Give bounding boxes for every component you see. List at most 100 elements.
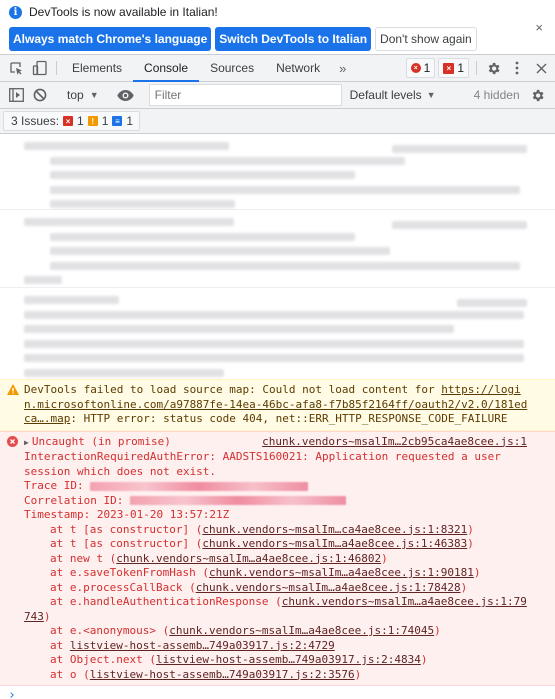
issue-warning-icon: ! [87, 116, 98, 126]
stack-frame-suffix: ) [420, 653, 428, 666]
stack-frame: at t [as constructor] (chunk.vendors~msa… [24, 537, 547, 552]
device-toolbar-icon[interactable] [28, 55, 52, 81]
stack-frame: at e.handleAuthenticationResponse (chunk… [24, 595, 547, 610]
console-settings-gear-icon[interactable] [526, 88, 550, 103]
stack-frame-source-link[interactable]: chunk.vendors~msalIm…a4ae8cee.js:1:90181 [209, 566, 474, 579]
stack-frame-source-link[interactable]: listview-host-assemb…749a03917.js:2:4729 [70, 639, 335, 652]
prompt-chevron-icon: › [8, 688, 16, 699]
correlation-id-label: Correlation ID: [24, 493, 130, 507]
context-selector[interactable]: top ▼ [61, 88, 105, 102]
redacted-text [24, 142, 229, 150]
close-infobar-icon[interactable]: × [535, 20, 543, 35]
redacted-text [24, 339, 524, 348]
filter-input[interactable] [148, 84, 342, 106]
redacted-source-link [392, 221, 527, 229]
stack-frame-function: at [50, 638, 70, 652]
close-devtools-icon[interactable] [529, 55, 553, 81]
issues-label: 3 Issues: [11, 114, 60, 128]
stack-frame-suffix: ) [354, 667, 362, 681]
issue-info-icon: ≡ [112, 116, 123, 126]
log-levels-dropdown[interactable]: Default levels ▼ [342, 88, 444, 102]
issue-error-count: 1 [77, 114, 84, 128]
stack-frame-function: at e.saveTokenFromHash ( [50, 566, 209, 579]
expand-triangle-icon[interactable]: ▶ [24, 438, 29, 447]
stack-frame-function: at new t ( [50, 551, 117, 565]
error-icon [7, 435, 18, 452]
stack-frame-source-link[interactable]: chunk.vendors~msalIm…a4ae8cee.js:1:74045 [169, 624, 434, 637]
console-prompt[interactable]: › [0, 686, 555, 699]
more-options-icon[interactable] [505, 55, 529, 81]
stack-frame-source-link[interactable]: listview-host-assemb…749a03917.js:2:4834 [156, 653, 421, 666]
source-map-link[interactable]: ca….map [24, 412, 70, 425]
more-tabs-icon[interactable]: » [331, 55, 354, 81]
issue-count: 1 [457, 61, 464, 75]
redacted-text [24, 354, 524, 362]
error-icon: × [410, 63, 421, 73]
hidden-messages-count: 4 hidden [473, 88, 520, 102]
stack-frame-source-link[interactable]: listview-host-assemb…749a03917.js:2:3576 [90, 668, 355, 681]
redacted-console-message [0, 210, 555, 288]
source-map-link[interactable]: https://logi [441, 383, 520, 396]
warning-text-prefix: DevTools failed to load source map: Coul… [24, 383, 442, 396]
stack-frame: at Object.next (listview-host-assemb…749… [24, 653, 547, 668]
issue-warning-count: 1 [101, 114, 109, 128]
tab-elements[interactable]: Elements [61, 55, 133, 81]
stack-frame-source-link[interactable]: 743 [24, 610, 44, 623]
dont-show-again-button[interactable]: Don't show again [375, 27, 477, 51]
trace-id-label: Trace ID: [24, 479, 91, 492]
console-toolbar: top ▼ Default levels ▼ 4 hidden [0, 82, 555, 109]
stack-frame-function: at t [as constructor] ( [50, 537, 203, 550]
live-expression-eye-icon[interactable] [114, 89, 138, 101]
redacted-trace-id [90, 481, 309, 491]
stack-frame-source-link[interactable]: chunk.vendors~msalIm…ca4ae8cee.js:1:8321 [202, 523, 467, 536]
stack-frame-function: at e.handleAuthenticationResponse ( [50, 595, 282, 608]
stack-frame-source-link[interactable]: chunk.vendors~msalIm…a4ae8cee.js:1:46383 [202, 537, 467, 550]
issues-counter-button[interactable]: × 1 [438, 58, 469, 78]
error-counter-button[interactable]: × 1 [405, 58, 436, 78]
source-map-link[interactable]: n.microsoftonline.com/a97887fe-14ea-46bc… [24, 398, 527, 411]
console-output: DevTools failed to load source map: Coul… [0, 134, 555, 699]
infobar-message: DevTools is now available in Italian! [29, 5, 218, 19]
redacted-correlation-id [129, 496, 346, 505]
dropdown-arrow-icon: ▼ [426, 90, 436, 100]
stack-frame-suffix: ) [467, 522, 474, 536]
error-count: 1 [423, 61, 431, 75]
clear-console-icon[interactable] [28, 88, 52, 102]
divider [476, 61, 477, 75]
stack-frame-suffix: ) [381, 551, 388, 565]
info-icon: i [9, 5, 22, 19]
redacted-source-link [457, 299, 527, 307]
stack-frame-source-link[interactable]: chunk.vendors~msalIm…a4ae8cee.js:1:79 [282, 595, 527, 608]
stack-frame-source-link[interactable]: chunk.vendors~msalIm…a4ae8cee.js:1:46802 [116, 552, 381, 565]
stack-frame-source-link[interactable]: chunk.vendors~msalIm…a4ae8cee.js:1:78428 [196, 581, 461, 594]
tab-sources[interactable]: Sources [199, 55, 265, 81]
settings-gear-icon[interactable] [481, 55, 505, 81]
divider [56, 61, 57, 75]
stack-frame-function: at t [as constructor] ( [50, 522, 203, 536]
tab-network[interactable]: Network [265, 55, 331, 81]
stack-frame: at listview-host-assemb…749a03917.js:2:4… [24, 639, 547, 654]
stack-frame-function: at e.<anonymous> ( [50, 624, 170, 637]
redacted-text [24, 218, 234, 226]
language-infobar: i DevTools is now available in Italian! … [0, 0, 555, 55]
stack-frame: at e.<anonymous> (chunk.vendors~msalIm…a… [24, 624, 547, 639]
tab-console[interactable]: Console [133, 55, 200, 82]
inspect-element-icon[interactable] [4, 55, 28, 81]
stack-frame-suffix: ) [473, 566, 481, 579]
redacted-text [24, 368, 224, 377]
show-sidebar-icon[interactable] [4, 88, 28, 102]
stack-frame-suffix: ) [467, 537, 474, 550]
issues-button[interactable]: 3 Issues: × 1 ! 1 ≡ 1 [3, 111, 141, 131]
error-source-link[interactable]: chunk.vendors~msalIm…2cb95ca4ae8cee.js:1 [262, 435, 527, 450]
error-title[interactable]: Uncaught (in promise) [32, 435, 171, 448]
stack-frame-suffix: ) [434, 624, 441, 637]
always-match-language-button[interactable]: Always match Chrome's language [9, 27, 212, 51]
stack-frame-suffix: ) [43, 609, 51, 623]
warning-icon [7, 384, 19, 400]
stack-frame-function: at e.processCallBack ( [50, 580, 196, 594]
switch-to-italian-button[interactable]: Switch DevTools to Italian [215, 27, 372, 51]
stack-frame: at o (listview-host-assemb…749a03917.js:… [24, 668, 547, 683]
error-line: InteractionRequiredAuthError: AADSTS1600… [24, 450, 501, 463]
stack-frame-suffix: ) [460, 580, 468, 594]
timestamp-line: Timestamp: 2023-01-20 13:57:21Z [24, 508, 230, 521]
